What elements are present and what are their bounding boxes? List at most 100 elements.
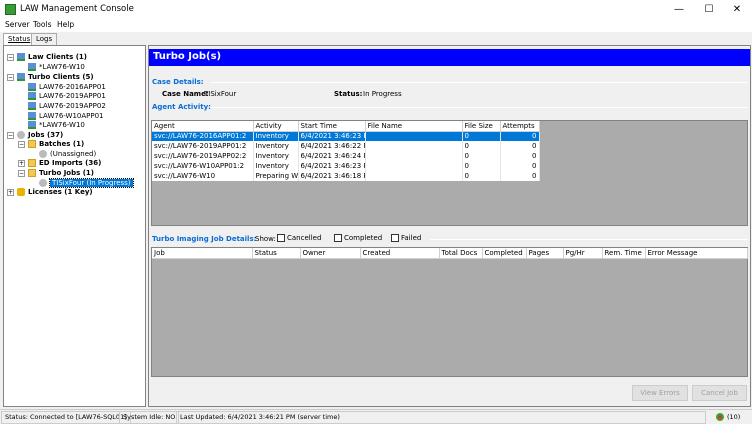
table-cell: 0 — [462, 131, 501, 141]
column-header[interactable]: File Name — [365, 121, 463, 132]
column-header[interactable]: Created — [360, 248, 440, 259]
table-cell: 0 — [500, 131, 540, 141]
table-row[interactable]: svc://LAW76-W10 Preparing Wc 6/4/2021 3:46… — [152, 171, 540, 181]
job-icon — [39, 150, 47, 158]
table-cell: 0 — [500, 141, 540, 151]
tree-view[interactable]: − Law Clients (1) *LAW76-W10 − Turbo Clients… — [3, 45, 146, 407]
computer-icon — [28, 92, 36, 100]
checkbox-box[interactable] — [334, 234, 342, 242]
tab-logs[interactable]: Logs — [31, 33, 58, 45]
tree-node-label: LAW76-W10APP01 — [39, 112, 104, 120]
lock-icon — [17, 188, 25, 196]
table-cell — [365, 171, 463, 181]
table-cell: 6/4/2021 3:46:18 PM — [298, 171, 366, 181]
column-header[interactable]: Error Message — [645, 248, 748, 259]
imaging-details-label: Turbo Imaging Job Details: — [152, 235, 257, 243]
expander-toggle[interactable]: + — [18, 160, 25, 167]
view-errors-button[interactable]: View Errors — [632, 385, 688, 401]
tree-node-label: Licenses (1 Key) — [28, 188, 93, 196]
tree-node[interactable]: Batches (1) — [28, 139, 84, 149]
expander-toggle[interactable]: − — [18, 170, 25, 177]
tree-node[interactable]: Licenses (1 Key) — [17, 187, 93, 197]
column-header[interactable]: Owner — [300, 248, 361, 259]
minimize-button[interactable]: — — [664, 2, 694, 17]
menu-help[interactable]: Help — [57, 20, 74, 29]
agent-activity-label: Agent Activity: — [152, 103, 211, 111]
filter-failed-checkbox[interactable]: Failed — [391, 234, 421, 242]
tree-node-label: *LAW76-W10 — [39, 63, 85, 71]
tree-node-label: *LAW76-W10 — [39, 121, 85, 129]
status-label: Status: — [334, 90, 363, 98]
tree-node-label: Law Clients (1) — [28, 53, 87, 61]
column-header[interactable]: Pages — [526, 248, 564, 259]
table-cell: 6/4/2021 3:46:24 PM — [298, 151, 366, 161]
divider — [210, 82, 748, 83]
tree-node[interactable]: ED Imports (36) — [28, 158, 101, 168]
table-cell: 0 — [462, 171, 501, 181]
tree-node[interactable]: Turbo Jobs (1) — [28, 168, 94, 178]
filter-cancelled-checkbox[interactable]: Cancelled — [277, 234, 321, 242]
filter-completed-checkbox[interactable]: Completed — [334, 234, 382, 242]
maximize-button[interactable]: ☐ — [694, 2, 724, 17]
folder-icon — [28, 140, 36, 148]
table-cell: 0 — [462, 161, 501, 171]
column-header[interactable]: Completed — [482, 248, 527, 259]
column-header[interactable]: Total Docs — [439, 248, 483, 259]
tree-node-label: Batches (1) — [39, 140, 85, 148]
tree-node[interactable]: *LAW76-W10 — [28, 120, 85, 130]
imaging-job-table: Job Status Owner Created Total Docs Completed… — [152, 248, 748, 259]
tree-node[interactable]: LAW76-2019APP01 — [28, 91, 106, 101]
column-header[interactable]: Attempts — [500, 121, 540, 132]
divider — [210, 107, 748, 108]
table-cell: 6/4/2021 3:46:22 PM — [298, 141, 366, 151]
tree-node-label: ED Imports (36) — [39, 159, 102, 167]
show-label: Show: — [255, 235, 276, 243]
window-title: LAW Management Console — [20, 4, 134, 14]
table-cell: 6/4/2021 3:46:23 PM — [298, 131, 366, 141]
table-row[interactable]: svc://LAW76-W10APP01:2 Inventory 6/4/2021 … — [152, 161, 540, 171]
table-cell: 0 — [500, 171, 540, 181]
checkbox-label: Cancelled — [287, 234, 322, 242]
expander-toggle[interactable]: − — [7, 74, 14, 81]
computer-icon — [28, 121, 36, 129]
tree-node[interactable]: *LAW76-W10 — [28, 62, 85, 72]
column-header[interactable]: Job — [152, 248, 253, 259]
table-cell: svc://LAW76-2019APP02:2 — [152, 151, 254, 161]
column-header[interactable]: Pg/Hr — [563, 248, 603, 259]
table-row[interactable]: svc://LAW76-2019APP01:2 Inventory 6/4/2021… — [152, 141, 540, 151]
expander-toggle[interactable]: − — [7, 132, 14, 139]
tree-node-label: LAW76-2016APP01 — [39, 83, 106, 91]
tree-node[interactable]: Turbo Clients (5) — [17, 72, 94, 82]
column-header[interactable]: Start Time — [298, 121, 366, 132]
imaging-job-grid[interactable]: Job Status Owner Created Total Docs Completed… — [151, 247, 748, 377]
expander-toggle[interactable]: − — [7, 54, 14, 61]
expander-toggle[interactable]: − — [18, 141, 25, 148]
cancel-job-button[interactable]: Cancel Job — [692, 385, 747, 401]
column-header[interactable]: File Size — [462, 121, 501, 132]
tree-node[interactable]: Law Clients (1) — [17, 52, 87, 62]
table-cell: svc://LAW76-W10APP01:2 — [152, 161, 254, 171]
checkbox-box[interactable] — [391, 234, 399, 242]
checkbox-box[interactable] — [277, 234, 285, 242]
tree-node[interactable]: LAW76-2019APP02 — [28, 101, 106, 111]
menu-server[interactable]: Server — [5, 20, 30, 29]
expander-toggle[interactable]: + — [7, 189, 14, 196]
agent-grid[interactable]: Agent Activity Start Time File Name File Siz… — [151, 120, 748, 226]
close-button[interactable]: ✕ — [722, 2, 752, 17]
tree-node-label: LAW76-2019APP02 — [39, 102, 106, 110]
table-cell — [365, 141, 463, 151]
table-cell: 0 — [462, 141, 501, 151]
table-row[interactable]: svc://LAW76-2016APP01:2 Inventory 6/4/2021… — [152, 131, 540, 141]
checkbox-label: Completed — [344, 234, 383, 242]
column-header[interactable]: Agent — [152, 121, 254, 132]
menu-tools[interactable]: Tools — [33, 20, 51, 29]
agent-table: Agent Activity Start Time File Name File Siz… — [152, 121, 540, 181]
column-header[interactable]: Activity — [253, 121, 299, 132]
refresh-icon[interactable] — [716, 413, 724, 421]
tree-node-label: Turbo Clients (5) — [28, 73, 94, 81]
table-cell: svc://LAW76-W10 — [152, 171, 254, 181]
computer-icon — [28, 112, 36, 120]
table-row[interactable]: svc://LAW76-2019APP02:2 Inventory 6/4/2021… — [152, 151, 540, 161]
column-header[interactable]: Rem. Time — [602, 248, 646, 259]
column-header[interactable]: Status — [252, 248, 301, 259]
